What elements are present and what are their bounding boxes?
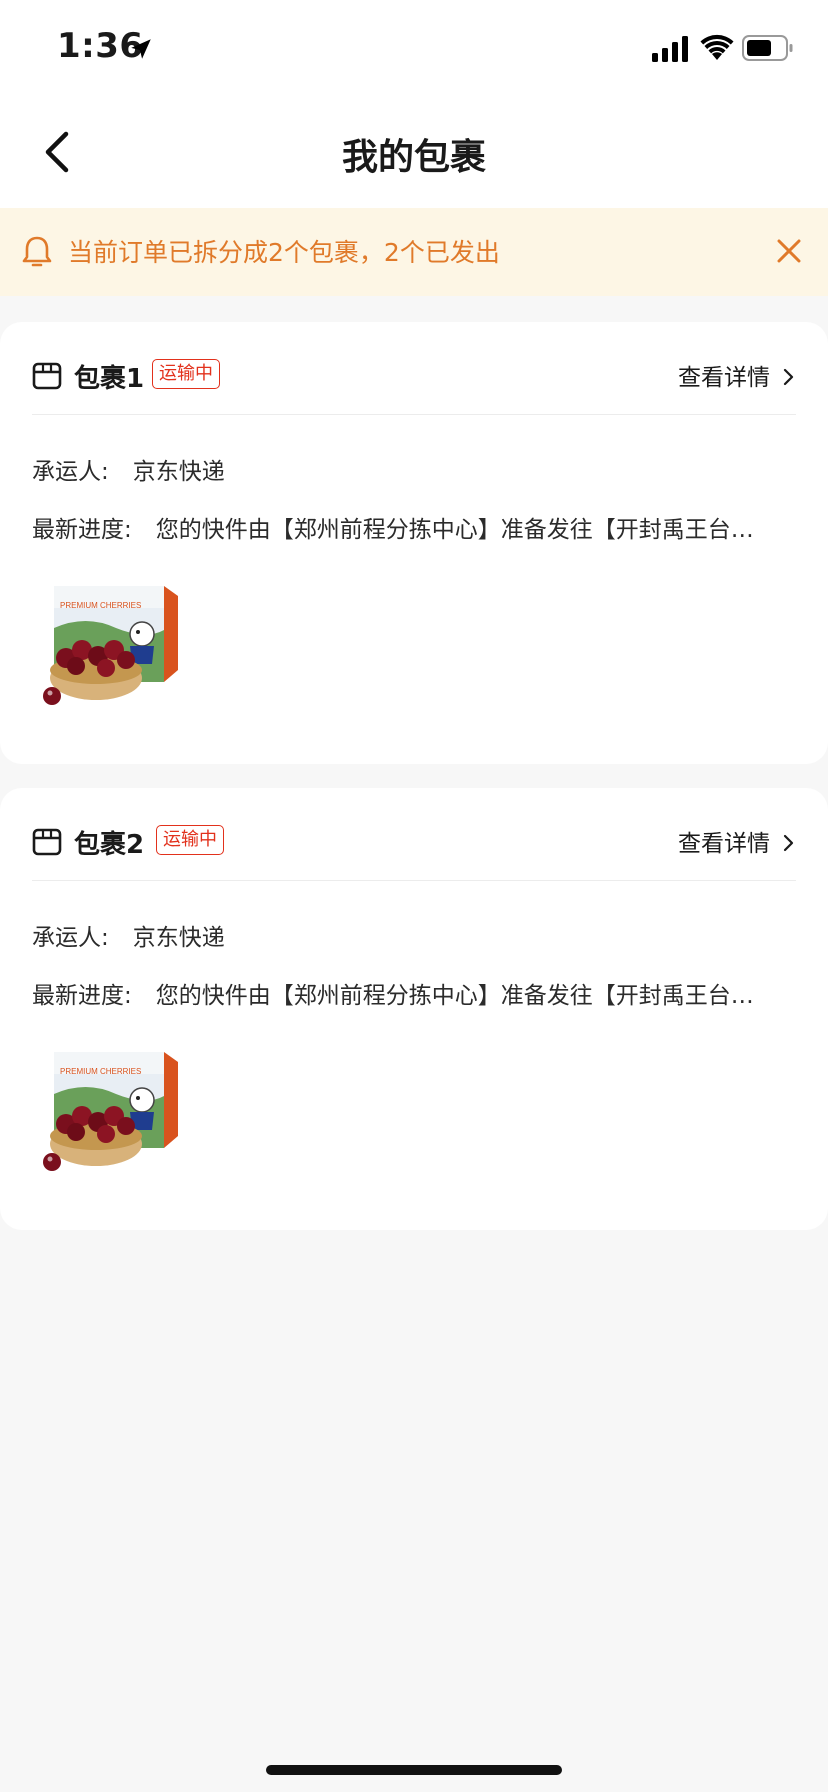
battery-icon — [742, 35, 793, 61]
carrier-row: 承运人: 京东快递 — [32, 452, 225, 486]
progress-row: 最新进度: 您的快件由【郑州前程分拣中心】准备发往【开封禹王台… — [32, 976, 754, 1010]
status-bar: 1:36 — [0, 0, 828, 100]
package-header: 包裹2 运输中 查看详情 — [32, 788, 796, 881]
carrier-row: 承运人: 京东快递 — [32, 918, 225, 952]
package-box-icon — [32, 362, 62, 390]
progress-row: 最新进度: 您的快件由【郑州前程分拣中心】准备发往【开封禹王台… — [32, 510, 754, 544]
wifi-icon — [700, 34, 734, 60]
bell-icon — [22, 236, 52, 267]
home-indicator[interactable] — [266, 1765, 562, 1775]
carrier-value: 京东快递 — [132, 459, 225, 485]
carrier-label: 承运人: — [32, 925, 109, 951]
view-details-label: 查看详情 — [678, 365, 770, 391]
product-box-text: PREMIUM CHERRIES — [60, 1067, 141, 1076]
product-thumbnail[interactable]: PREMIUM CHERRIES — [36, 1050, 186, 1180]
view-details-link[interactable]: 查看详情 — [678, 358, 796, 392]
package-card: 包裹2 运输中 查看详情 承运人: 京东快递 最新进度: 您的快件由【郑州前程分拣中… — [0, 788, 828, 1230]
progress-label: 最新进度: — [32, 517, 132, 543]
package-name: 包裹2 — [74, 830, 145, 860]
chevron-right-icon — [783, 834, 794, 852]
package-card: 包裹1 运输中 查看详情 承运人: 京东快递 最新进度: 您的快件由【郑州前程分拣中… — [0, 322, 828, 764]
package-name: 包裹1 — [74, 364, 145, 394]
progress-value: 您的快件由【郑州前程分拣中心】准备发往【开封禹王台… — [155, 983, 754, 1009]
status-badge: 运输中 — [152, 359, 220, 389]
carrier-value: 京东快递 — [132, 925, 225, 951]
view-details-label: 查看详情 — [678, 831, 770, 857]
progress-label: 最新进度: — [32, 983, 132, 1009]
carrier-label: 承运人: — [32, 459, 109, 485]
notice-text: 当前订单已拆分成2个包裹，2个已发出 — [68, 238, 500, 267]
navigation-bar: 我的包裹 — [0, 100, 828, 208]
product-box-text: PREMIUM CHERRIES — [60, 601, 141, 610]
progress-value: 您的快件由【郑州前程分拣中心】准备发往【开封禹王台… — [155, 517, 754, 543]
split-notice-banner: 当前订单已拆分成2个包裹，2个已发出 — [0, 208, 828, 296]
package-box-icon — [32, 828, 62, 856]
location-arrow-icon — [131, 39, 151, 59]
product-thumbnail[interactable]: PREMIUM CHERRIES — [36, 584, 186, 714]
chevron-right-icon — [783, 368, 794, 386]
status-badge: 运输中 — [156, 825, 224, 855]
view-details-link[interactable]: 查看详情 — [678, 824, 796, 858]
cellular-signal-icon — [652, 36, 688, 62]
package-header: 包裹1 运输中 查看详情 — [32, 322, 796, 415]
close-icon[interactable] — [772, 234, 806, 268]
page-title: 我的包裹 — [341, 137, 486, 178]
